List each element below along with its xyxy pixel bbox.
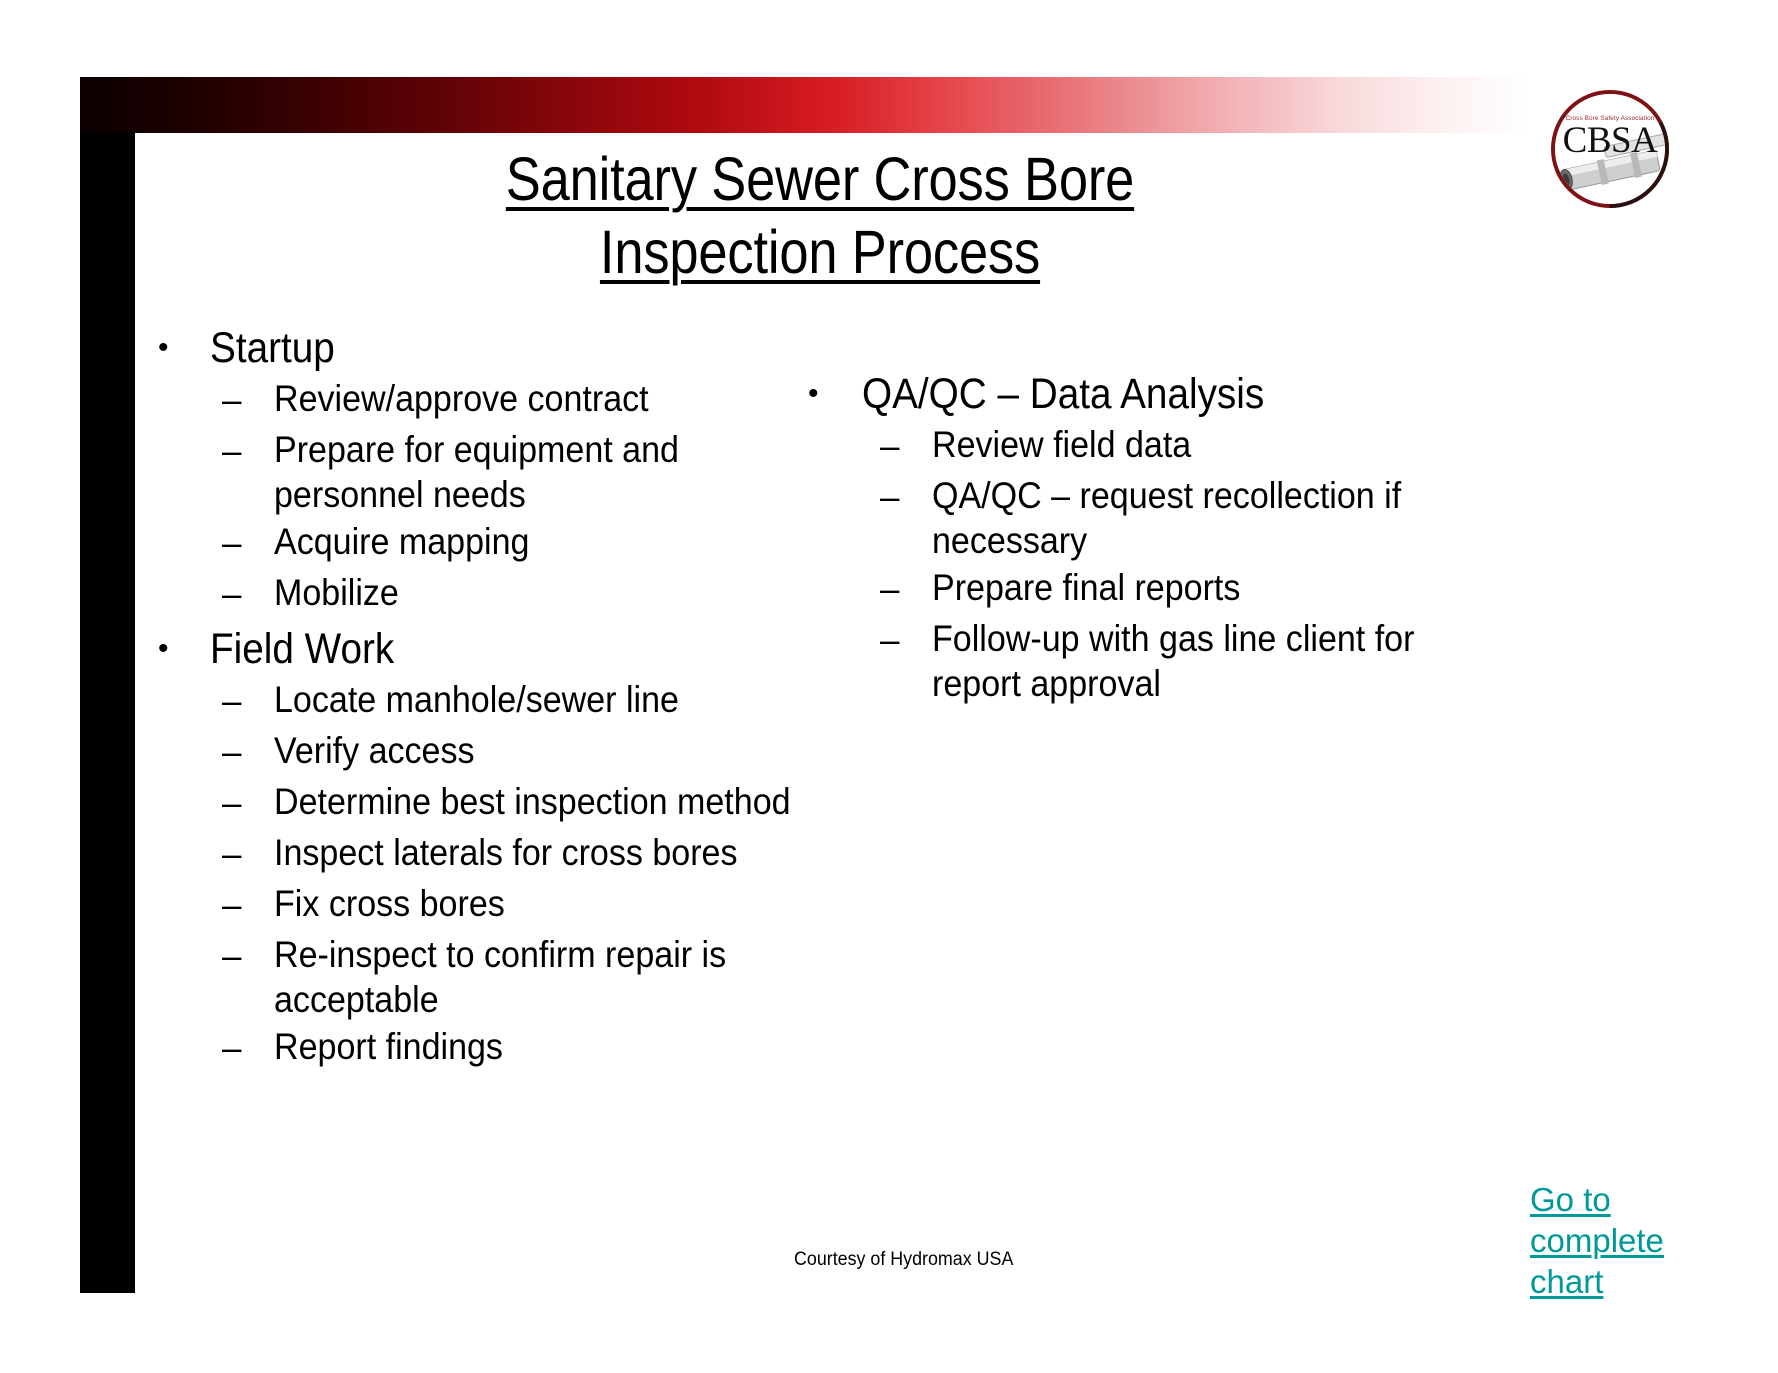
dash-bullet-icon: – <box>880 478 900 517</box>
dash-bullet-icon: – <box>222 835 242 874</box>
list-item-label: Follow-up with gas line client for repor… <box>932 618 1415 704</box>
left-content-column: • Startup – Review/approve contract – Pr… <box>150 318 850 1077</box>
list-item-label: Prepare final reports <box>932 567 1241 608</box>
dash-bullet-icon: – <box>222 937 242 976</box>
bullet-item-startup: • Startup <box>150 322 850 374</box>
list-item: – Verify access <box>222 728 850 777</box>
dash-bullet-icon: – <box>222 1029 242 1068</box>
list-item: – Review/approve contract <box>222 376 850 425</box>
list-item-label: Locate manhole/sewer line <box>274 679 679 720</box>
bullet-group-qaqc: • QA/QC – Data Analysis – Review field d… <box>800 368 1530 706</box>
sublist-field-work: – Locate manhole/sewer line – Verify acc… <box>222 677 850 1073</box>
list-item: – Mobilize <box>222 570 850 619</box>
list-item: – Prepare final reports <box>880 565 1530 614</box>
bullet-dot-icon: • <box>808 377 819 410</box>
courtesy-credit-text: Courtesy of Hydromax USA <box>794 1249 1014 1270</box>
list-item-label: Fix cross bores <box>274 883 505 924</box>
title-line-1: Sanitary Sewer Cross Bore <box>505 145 1135 213</box>
link-word-1: Go to <box>1530 1181 1611 1218</box>
bullet-item-field-work: • Field Work <box>150 623 850 675</box>
right-content-column: • QA/QC – Data Analysis – Review field d… <box>800 368 1530 710</box>
list-item-label: Acquire mapping <box>274 521 530 562</box>
list-item-label: Report findings <box>274 1026 503 1067</box>
dash-bullet-icon: – <box>222 682 242 721</box>
list-item-label: Re-inspect to confirm repair is acceptab… <box>274 934 727 1020</box>
dash-bullet-icon: – <box>222 886 242 925</box>
dash-bullet-icon: – <box>880 427 900 466</box>
right-bullet-list: • QA/QC – Data Analysis – Review field d… <box>800 368 1530 706</box>
list-item: – Review field data <box>880 422 1530 471</box>
sublist-qaqc: – Review field data – QA/QC – request re… <box>880 422 1530 706</box>
bullet-label-field-work: Field Work <box>210 625 395 673</box>
slide-canvas: Cross Bore Safety Association CBSA Sanit… <box>0 0 1778 1373</box>
bullet-group-field-work: • Field Work – Locate manhole/sewer line… <box>150 623 850 1073</box>
page-title: Sanitary Sewer Cross Bore Inspection Pro… <box>150 143 1490 289</box>
left-bullet-list: • Startup – Review/approve contract – Pr… <box>150 322 850 1073</box>
dash-bullet-icon: – <box>222 381 242 420</box>
cbsa-logo: Cross Bore Safety Association CBSA <box>1547 86 1673 212</box>
list-item-label: Determine best inspection method <box>274 781 791 822</box>
list-item-label: Inspect laterals for cross bores <box>274 832 738 873</box>
list-item: – Follow-up with gas line client for rep… <box>880 616 1530 706</box>
sidebar-accent-bar <box>80 132 135 1293</box>
bullet-label-startup: Startup <box>210 324 335 372</box>
courtesy-credit: Courtesy of Hydromax USA <box>0 1248 1778 1272</box>
bullet-dot-icon: • <box>158 331 169 364</box>
bullet-group-startup: • Startup – Review/approve contract – Pr… <box>150 322 850 619</box>
list-item: – Prepare for equipment and personnel ne… <box>222 427 850 517</box>
dash-bullet-icon: – <box>222 733 242 772</box>
dash-bullet-icon: – <box>222 784 242 823</box>
dash-bullet-icon: – <box>222 432 242 471</box>
list-item: – Re-inspect to confirm repair is accept… <box>222 932 850 1022</box>
list-item-label: Prepare for equipment and personnel need… <box>274 429 679 515</box>
dash-bullet-icon: – <box>222 524 242 563</box>
list-item: – Fix cross bores <box>222 881 850 930</box>
go-to-complete-chart-link[interactable]: Go to complete chart <box>1530 1179 1710 1302</box>
go-to-complete-chart-anchor[interactable]: Go to complete chart <box>1530 1179 1710 1302</box>
header-gradient-bar <box>80 77 1530 133</box>
sublist-startup: – Review/approve contract – Prepare for … <box>222 376 850 619</box>
list-item-label: Mobilize <box>274 572 399 613</box>
list-item-label: Review field data <box>932 424 1192 465</box>
list-item: – Report findings <box>222 1024 850 1073</box>
dash-bullet-icon: – <box>880 570 900 609</box>
list-item: – Inspect laterals for cross bores <box>222 830 850 879</box>
bullet-dot-icon: • <box>158 632 169 665</box>
list-item: – QA/QC – request recollection if necess… <box>880 473 1530 563</box>
dash-bullet-icon: – <box>222 575 242 614</box>
dash-bullet-icon: – <box>880 621 900 660</box>
list-item-label: QA/QC – request recollection if necessar… <box>932 475 1402 561</box>
list-item: – Determine best inspection method <box>222 779 850 828</box>
bullet-label-qaqc: QA/QC – Data Analysis <box>862 370 1265 418</box>
list-item-label: Verify access <box>274 730 475 771</box>
cbsa-acronym: CBSA <box>1563 120 1658 161</box>
bullet-item-qaqc: • QA/QC – Data Analysis <box>800 368 1530 420</box>
list-item: – Locate manhole/sewer line <box>222 677 850 726</box>
list-item: – Acquire mapping <box>222 519 850 568</box>
list-item-label: Review/approve contract <box>274 378 649 419</box>
title-line-2: Inspection Process <box>599 218 1041 286</box>
